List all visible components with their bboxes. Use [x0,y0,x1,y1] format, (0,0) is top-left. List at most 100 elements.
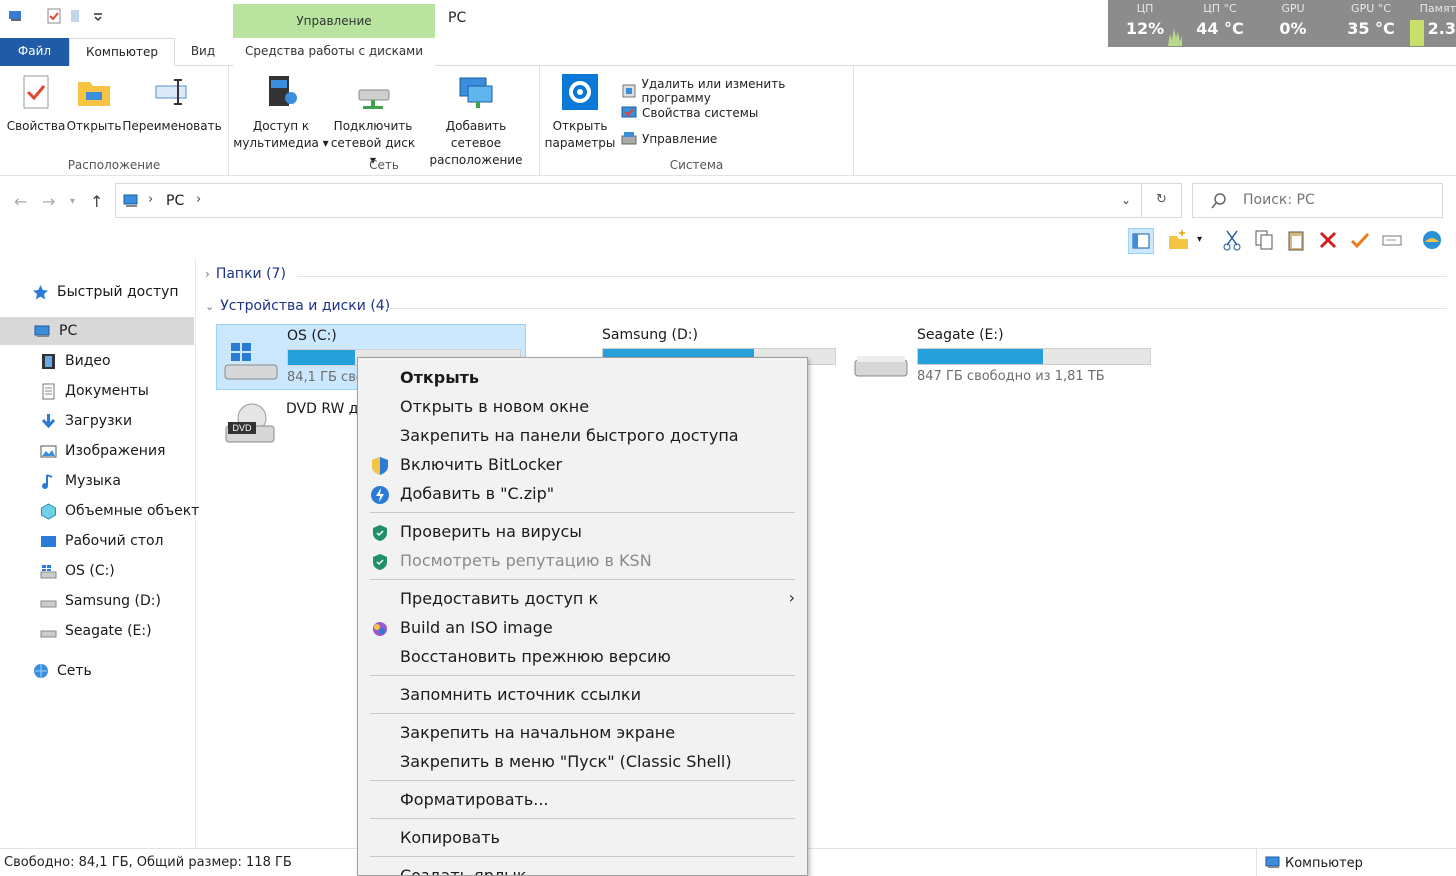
search-input[interactable] [1243,192,1433,208]
menu-item-create-shortcut[interactable]: Создать ярлык [358,861,807,875]
menu-separator [370,675,795,676]
map-network-drive-button[interactable]: Подключить сетевой диск ▾ [327,72,419,169]
media-server-icon [269,76,297,106]
network-location-icon [459,77,493,108]
secondary-toolbar: ▾ [1124,226,1456,256]
menu-item-copy[interactable]: Копировать [358,823,807,852]
ribbon-group-network: Доступ к мультимедиа ▾ Подключить сетево… [229,66,540,176]
tab-drive-tools[interactable]: Средства работы с дисками [233,38,435,66]
recent-locations-icon[interactable]: ▾ [70,196,75,207]
search-icon [1211,193,1226,209]
nav-item-pc[interactable]: PC [0,317,194,345]
nav-item-video[interactable]: Видео [40,347,111,375]
drive-usage-fill [288,350,356,365]
ribbon-group-location: Свойства Открыть Переименовать Расположе… [0,66,229,176]
back-icon[interactable]: ← [14,192,27,211]
refresh-icon[interactable]: ↻ [1142,183,1182,218]
ribbon-tabs: Файл Компьютер Вид Средства работы с дис… [0,38,1456,66]
drive-free-text: 847 ГБ свободно из 1,81 ТБ [917,369,1105,384]
properties-icon [23,75,49,109]
properties-button[interactable]: Свойства [6,72,66,135]
window-title: PC [448,10,467,26]
drive-name: OS (C:) [287,328,337,344]
menu-item-open-new-window[interactable]: Открыть в новом окне [358,392,807,421]
nav-item-drive-d[interactable]: Samsung (D:) [40,587,161,615]
delete-icon[interactable] [1316,228,1342,254]
menu-item-build-iso[interactable]: Build an ISO image [358,613,807,642]
menu-item-format[interactable]: Форматировать... [358,785,807,814]
address-bar[interactable]: › PC › ⌄ [115,183,1142,218]
search-box[interactable] [1192,183,1443,218]
nav-item-network[interactable]: Сеть [32,657,92,685]
checkmark-icon[interactable] [1348,228,1374,254]
nav-item-downloads[interactable]: Загрузки [40,407,132,435]
gpu-usage: GPU 0% [1279,2,1307,38]
nav-item-quick-access[interactable]: Быстрый доступ [32,278,179,306]
chevron-down-icon[interactable]: ⌄ [1121,193,1131,207]
paste-icon[interactable] [1284,228,1310,254]
context-menu: Открыть Открыть в новом окне Закрепить н… [357,357,808,876]
nav-item-music[interactable]: Музыка [40,467,121,495]
properties-icon[interactable] [46,8,62,24]
folder-icon [78,82,110,106]
menu-item-pin-start[interactable]: Закрепить на начальном экране [358,718,807,747]
breadcrumb-separator-icon[interactable]: › [196,192,201,207]
copy-icon[interactable] [1252,228,1278,254]
menu-item-pin-quick-access[interactable]: Закрепить на панели быстрого доступа [358,421,807,450]
tab-file[interactable]: Файл [0,38,69,66]
computer-icon [34,325,50,337]
menu-item-restore-version[interactable]: Восстановить прежнюю версию [358,642,807,671]
menu-item-scan-virus[interactable]: Проверить на вирусы [358,517,807,546]
cut-icon[interactable] [1220,228,1246,254]
tab-computer[interactable]: Компьютер [69,38,175,66]
nav-item-3d-objects[interactable]: Объемные объект [40,497,199,525]
windows-drive-icon [40,564,57,578]
computer-icon[interactable] [8,8,24,24]
new-folder-icon[interactable] [68,8,84,24]
nav-item-desktop[interactable]: Рабочий стол [40,527,164,555]
uninstall-program-button[interactable]: Удалить или изменить программу [620,77,853,105]
divider [297,276,1447,277]
drive-tile-e[interactable]: Seagate (E:) 847 ГБ свободно из 1,81 ТБ [847,324,1157,390]
chevron-down-icon[interactable]: ▾ [1194,228,1208,254]
navigation-pane-toggle-icon[interactable] [1128,228,1154,254]
group-header-folders[interactable]: › Папки (7) [205,266,286,282]
group-header-devices[interactable]: ⌄ Устройства и диски (4) [205,298,390,314]
ribbon-group-label: Сеть [369,158,399,172]
status-location: Компьютер [1256,849,1456,876]
tab-view[interactable]: Вид [175,38,231,66]
menu-item-pin-classic-shell[interactable]: Закрепить в меню "Пуск" (Classic Shell) [358,747,807,776]
menu-item-remember-link[interactable]: Запомнить источник ссылки [358,680,807,709]
drive-name: Seagate (E:) [917,327,1004,343]
menu-item-add-zip[interactable]: Добавить в "C.zip" [358,479,807,508]
svg-text:DVD: DVD [232,423,252,433]
nav-item-drive-c[interactable]: OS (C:) [40,557,115,585]
system-properties-button[interactable]: Свойства системы [620,104,758,122]
cube-icon [41,502,56,520]
video-icon [42,353,55,369]
nav-item-pictures[interactable]: Изображения [40,437,165,465]
nav-item-documents[interactable]: Документы [40,377,149,405]
chevron-down-icon[interactable] [90,8,106,24]
context-tab-header: Управление [233,4,435,38]
quick-access-toolbar [8,8,106,24]
globe-icon[interactable] [1420,228,1446,254]
rename-icon[interactable] [1380,228,1406,254]
add-network-location-button[interactable]: Добавить сетевое расположение [419,72,533,169]
gear-icon [562,74,598,110]
star-icon [33,284,48,299]
forward-icon[interactable]: → [42,192,55,211]
media-access-button[interactable]: Доступ к мультимедиа ▾ [233,72,329,152]
manage-button[interactable]: Управление [620,130,717,148]
breadcrumb[interactable]: PC [166,193,184,209]
status-text: Свободно: 84,1 ГБ, Общий размер: 118 ГБ [4,855,292,870]
open-button[interactable]: Открыть [66,72,122,135]
menu-item-bitlocker[interactable]: Включить BitLocker [358,450,807,479]
up-icon[interactable]: ↑ [90,192,103,211]
menu-item-share[interactable]: Предоставить доступ к › [358,584,807,613]
rename-button[interactable]: Переименовать [122,72,222,135]
nav-item-drive-e[interactable]: Seagate (E:) [40,617,152,645]
new-folder-icon[interactable] [1166,228,1192,254]
menu-item-open[interactable]: Открыть [358,363,807,392]
open-settings-button[interactable]: Открыть параметры [544,72,616,152]
